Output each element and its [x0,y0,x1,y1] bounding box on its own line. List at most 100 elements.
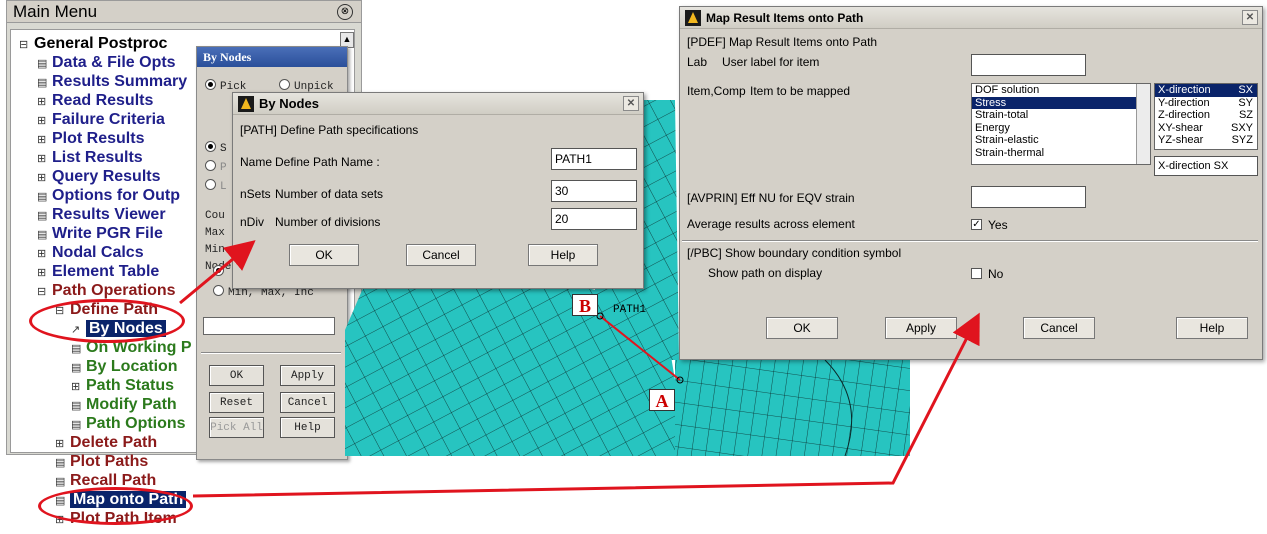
map-dialog-title: Map Result Items onto Path [706,11,864,25]
item-option[interactable]: Strain-total [972,109,1150,122]
item-option[interactable]: Energy [972,122,1150,135]
pick-reset-button[interactable]: Reset [209,392,264,413]
close-icon[interactable]: ✕ [1242,10,1258,25]
lab-label: User label for item [722,55,820,69]
menu-item[interactable]: ⊞ Plot Results [37,129,144,150]
pick-input[interactable] [203,317,335,335]
menu-item[interactable]: ▤ Plot Paths [55,452,148,473]
loop-radio[interactable]: L [205,179,227,193]
menu-item-label: Modify Path [86,396,177,413]
pick-dialog-title: By Nodes [197,47,347,67]
menu-item-label: Path Options [86,415,186,432]
item-option[interactable]: Stress [972,96,1150,109]
comp-name: YZ-shear [1158,134,1204,146]
define-help-button[interactable]: Help [528,244,598,266]
menu-item[interactable]: ▤ By Location [71,357,178,378]
comp-code: SXY [1230,121,1253,134]
polygon-radio[interactable]: P [205,160,227,174]
avg-value: Yes [988,218,1008,232]
radio-off-icon [205,160,216,171]
collapse-node-icon: ⊟ [37,286,47,298]
ndiv-label: Number of divisions [275,215,381,229]
menu-item[interactable]: ⊟ General Postproc [19,34,167,55]
nsets-key: nSets [240,187,271,201]
map-apply-button[interactable]: Apply [885,317,957,339]
single-label: S [220,143,227,155]
avprin-label: [AVPRIN] Eff NU for EQV strain [687,191,855,205]
item-option[interactable]: DOF solution [972,84,1150,97]
comp-option[interactable]: XY-shear SXY [1155,122,1257,135]
comp-selected-field[interactable]: X-direction SX [1154,156,1258,176]
separator [682,240,1258,242]
menu-item[interactable]: ⊞ Element Table [37,262,159,283]
menu-item[interactable]: ▤ Path Options [71,414,186,435]
avprin-field[interactable] [971,186,1086,208]
define-path-titlebar: By Nodes ✕ [233,93,643,115]
menu-item[interactable]: ⊞ Query Results [37,167,160,188]
avg-checkbox[interactable]: ✓ [971,219,982,230]
map-help-button[interactable]: Help [1176,317,1248,339]
maximum-label: Max [205,227,225,239]
list-radio[interactable] [213,265,228,279]
item-listbox[interactable]: DOF solution Stress Strain-total Energy Stra… [971,83,1151,165]
comp-code: SZ [1238,109,1253,121]
comp-code: SYZ [1231,134,1253,146]
nsets-field[interactable]: 30 [551,180,637,202]
menu-item[interactable]: ▤ Write PGR File [37,224,163,245]
pick-cancel-button[interactable]: Cancel [280,392,335,413]
menu-item-label: Results Summary [52,73,188,90]
menu-item-label: Plot Paths [70,453,149,470]
pick-apply-button[interactable]: Apply [280,365,335,386]
menu-item[interactable]: ⊞ Failure Criteria [37,110,165,131]
pick-all-button[interactable]: Pick All [209,417,264,438]
comp-option[interactable]: Y-direction SY [1155,97,1257,110]
map-cancel-button[interactable]: Cancel [1023,317,1095,339]
count-label: Cou [205,210,225,222]
menu-item[interactable]: ⊞ Path Status [71,376,174,397]
menu-item[interactable]: ▤ Results Summary [37,72,187,93]
map-ok-button[interactable]: OK [766,317,838,339]
show-path-checkbox[interactable] [971,268,982,279]
menu-item-label: Path Operations [52,282,176,299]
single-radio[interactable]: S [205,141,227,155]
comp-listbox[interactable]: X-direction SX Y-direction SY Z-direction SZ X… [1154,83,1258,150]
menu-item[interactable]: ⊞ Read Results [37,91,153,112]
comp-option[interactable]: X-direction SX [1155,84,1257,97]
ndiv-field[interactable]: 20 [551,208,637,230]
item-option[interactable]: Strain-thermal [972,147,1150,160]
define-cancel-button[interactable]: Cancel [406,244,476,266]
menu-item-label: General Postproc [34,35,168,52]
pick-radio[interactable]: Pick [205,79,246,93]
comp-option[interactable]: Z-direction SZ [1155,109,1257,122]
menu-item[interactable]: ⊞ Nodal Calcs [37,243,144,264]
define-ok-button[interactable]: OK [289,244,359,266]
item-option[interactable]: Strain-elastic [972,134,1150,147]
pick-ok-button[interactable]: OK [209,365,264,386]
path-label: PATH1 [613,304,646,316]
name-key: Name [240,155,273,169]
map-result-dialog: Map Result Items onto Path ✕ [PDEF] Map … [679,6,1263,360]
pick-help-button[interactable]: Help [280,417,335,438]
comp-option[interactable]: YZ-shear SYZ [1155,134,1257,147]
item-scrollbar[interactable] [1136,84,1150,164]
menu-item[interactable]: ▤ Data & File Opts [37,53,176,74]
close-icon[interactable]: ✕ [623,96,639,111]
pbc-label: [/PBC] Show boundary condition symbol [687,246,902,260]
lab-field[interactable] [971,54,1086,76]
menu-item[interactable]: ⊞ List Results [37,148,143,169]
radio-on-icon [213,265,224,276]
comp-name: Y-direction [1158,96,1210,109]
menu-item[interactable]: ▤ Results Viewer [37,205,166,226]
path-name-field[interactable]: PATH1 [551,148,637,170]
unpick-radio[interactable]: Unpick [279,79,334,93]
item-key: Item,Comp [687,84,746,98]
menu-item[interactable]: ▤ Options for Outp [37,186,180,207]
menu-item[interactable]: ▤ Modify Path [71,395,177,416]
radio-off-icon [279,79,290,90]
menu-item[interactable]: ⊞ Delete Path [55,433,157,454]
comp-name: Z-direction [1158,109,1210,121]
collapse-node-icon: ⊟ [19,39,29,51]
main-menu-title-text: Main Menu [13,2,98,21]
comp-name: XY-shear [1158,121,1203,134]
map-header: [PDEF] Map Result Items onto Path [687,35,878,49]
